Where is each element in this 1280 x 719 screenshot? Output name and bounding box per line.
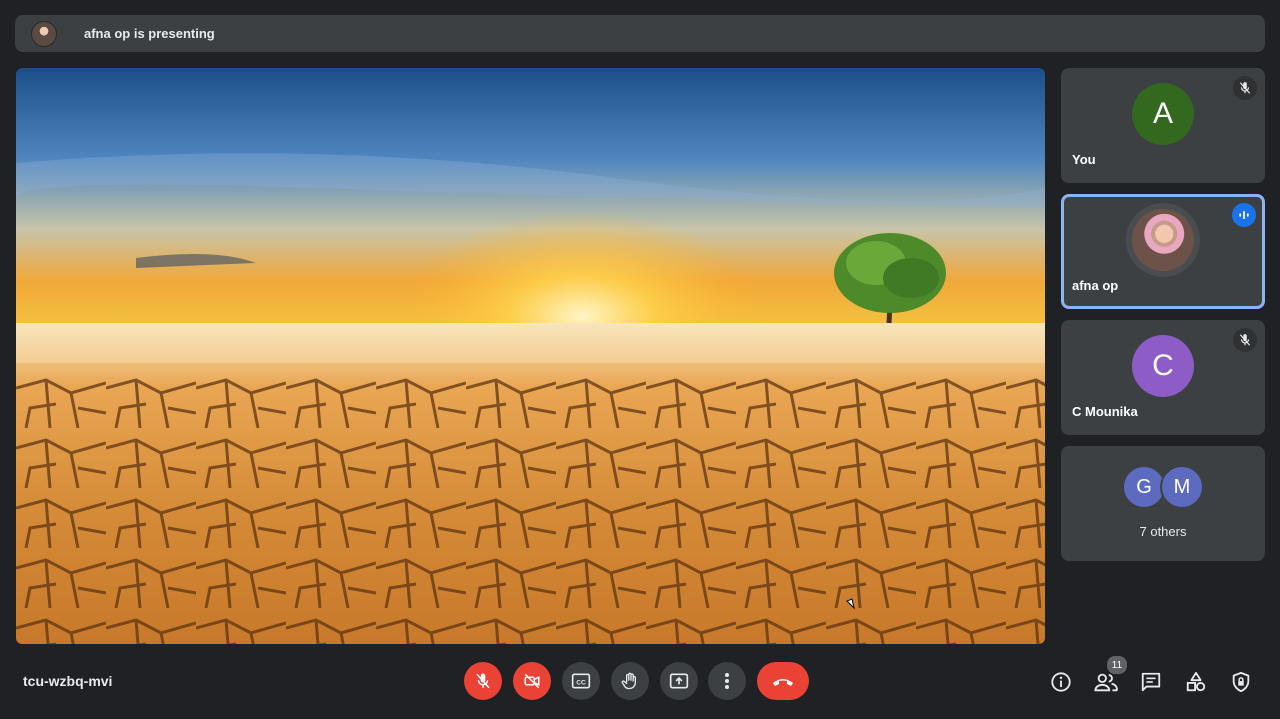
- activities-button[interactable]: [1183, 669, 1209, 695]
- avatar-ring: [1126, 203, 1200, 277]
- others-avatars: G M: [1061, 465, 1265, 509]
- chat-button[interactable]: [1138, 669, 1164, 695]
- participant-tile-c-mounika[interactable]: C C Mounika: [1061, 320, 1265, 435]
- avatar: M: [1160, 465, 1204, 509]
- people-count-badge: 11: [1106, 655, 1128, 675]
- audio-level-icon: [1239, 210, 1249, 220]
- presentation-screen: [16, 68, 1045, 644]
- present-now-button[interactable]: [660, 662, 698, 700]
- camera-off-icon: [524, 673, 540, 689]
- raise-hand-button[interactable]: [611, 662, 649, 700]
- others-tile[interactable]: G M 7 others: [1061, 446, 1265, 561]
- mic-toggle-button[interactable]: [464, 662, 502, 700]
- host-controls-button[interactable]: [1228, 669, 1254, 695]
- avatar: A: [1132, 83, 1194, 145]
- presenting-banner: afna op is presenting: [15, 15, 1265, 52]
- more-options-button[interactable]: [708, 662, 746, 700]
- shared-screen-image: [16, 68, 1045, 644]
- participant-name: afna op: [1072, 278, 1119, 293]
- others-count-label: 7 others: [1139, 524, 1187, 539]
- camera-toggle-button[interactable]: [513, 662, 551, 700]
- mic-off-icon: [1239, 82, 1251, 94]
- participant-name: You: [1072, 152, 1096, 167]
- participant-tile-you[interactable]: A You: [1061, 68, 1265, 183]
- activities-icon: [1186, 671, 1206, 692]
- captions-button[interactable]: CC: [562, 662, 600, 700]
- meeting-details-button[interactable]: [1048, 669, 1074, 695]
- presenting-text: afna op is presenting: [84, 26, 215, 41]
- chat-icon: [1141, 672, 1161, 692]
- participant-tile-afna-op[interactable]: afna op: [1061, 194, 1265, 309]
- end-call-icon: [773, 679, 793, 686]
- avatar: C: [1132, 335, 1194, 397]
- captions-icon: CC: [571, 673, 591, 689]
- speaking-indicator: [1232, 203, 1256, 227]
- hand-icon: [621, 672, 636, 690]
- present-screen-icon: [669, 673, 689, 689]
- info-icon: [1051, 672, 1071, 692]
- shield-lock-icon: [1232, 671, 1250, 693]
- participant-photo: [1132, 209, 1194, 271]
- participant-name: C Mounika: [1072, 404, 1138, 419]
- more-vert-icon: [725, 673, 729, 689]
- meeting-code: tcu-wzbq-mvi: [23, 673, 113, 689]
- presenter-avatar: [31, 20, 57, 47]
- mic-off-icon: [476, 673, 490, 689]
- leave-call-button[interactable]: [757, 662, 809, 700]
- mic-off-icon: [1239, 334, 1251, 346]
- captions-label: CC: [576, 679, 586, 686]
- muted-indicator: [1233, 76, 1257, 100]
- muted-indicator: [1233, 328, 1257, 352]
